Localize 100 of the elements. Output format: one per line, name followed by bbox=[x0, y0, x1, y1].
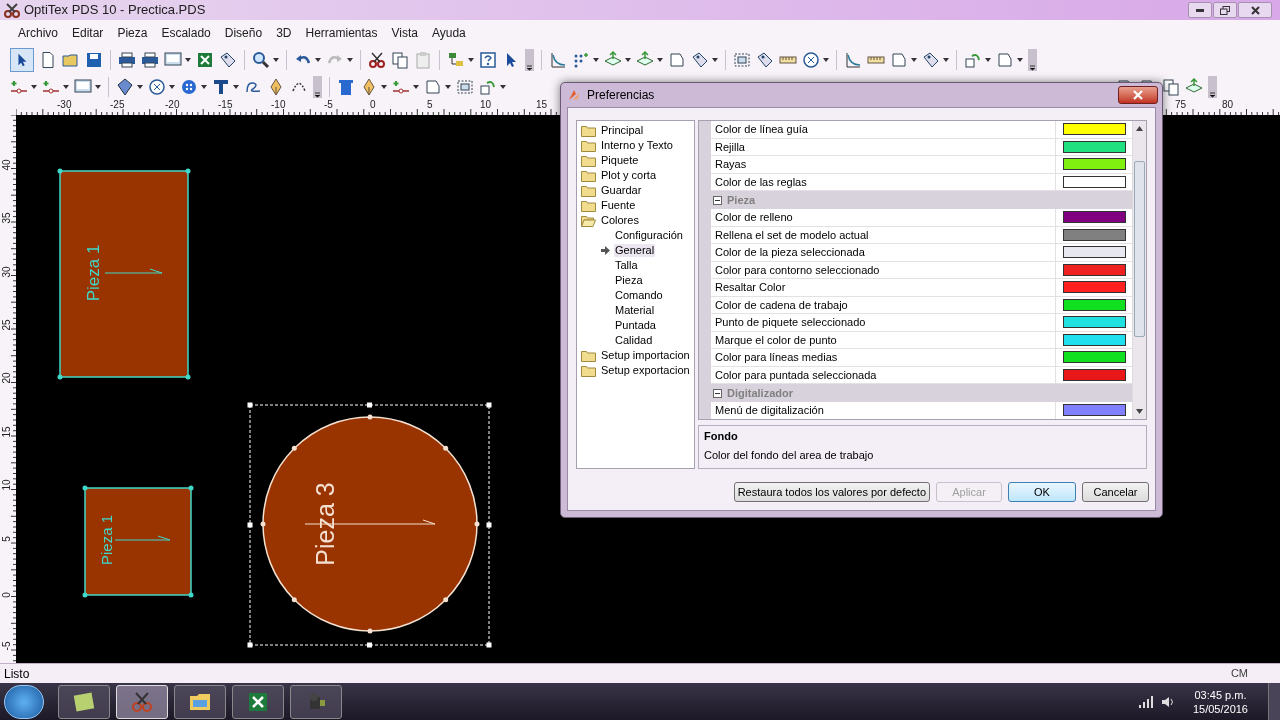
pattern-piece-icon[interactable] bbox=[668, 50, 686, 69]
caret-icon[interactable] bbox=[169, 84, 175, 89]
taskbar-app-button[interactable] bbox=[174, 685, 226, 719]
caret-icon[interactable] bbox=[381, 84, 387, 89]
text-tool-icon[interactable] bbox=[212, 77, 230, 96]
caret-icon[interactable] bbox=[445, 84, 451, 89]
copy-icon[interactable] bbox=[391, 50, 409, 69]
color-swatch[interactable] bbox=[1063, 333, 1126, 346]
property-label[interactable]: Menú de digitalización bbox=[711, 402, 1055, 419]
property-label[interactable]: Rellena el set de modelo actual bbox=[711, 226, 1055, 244]
caret-icon[interactable] bbox=[625, 57, 631, 62]
menu-item[interactable]: Escalado bbox=[161, 24, 211, 42]
color-swatch[interactable] bbox=[1063, 246, 1126, 259]
tree-item[interactable]: Comando bbox=[614, 289, 664, 302]
caret-icon[interactable] bbox=[657, 57, 663, 62]
property-label[interactable]: Color de línea guía bbox=[711, 121, 1055, 139]
property-label[interactable]: Marque el color de punto bbox=[711, 331, 1055, 349]
close-button[interactable] bbox=[1238, 2, 1272, 18]
color-swatch[interactable] bbox=[1063, 211, 1126, 224]
caret-icon[interactable] bbox=[911, 57, 917, 62]
caret-icon[interactable] bbox=[413, 84, 419, 89]
circle-icon[interactable] bbox=[148, 77, 166, 96]
caret-icon[interactable] bbox=[1017, 57, 1023, 62]
tree-item[interactable]: Configuración bbox=[614, 229, 684, 242]
caret-icon[interactable] bbox=[95, 84, 101, 89]
scissors-icon[interactable] bbox=[368, 50, 386, 69]
copy-icon[interactable] bbox=[1162, 77, 1180, 96]
color-swatch[interactable] bbox=[1063, 368, 1126, 381]
caret-icon[interactable] bbox=[500, 84, 506, 89]
color-swatch[interactable] bbox=[1063, 158, 1126, 171]
caret-icon[interactable] bbox=[185, 57, 191, 62]
tag-icon[interactable] bbox=[922, 50, 940, 69]
menu-item[interactable]: Diseño bbox=[224, 24, 263, 42]
menu-item[interactable]: Pieza bbox=[117, 24, 148, 42]
tree-item[interactable]: Talla bbox=[614, 259, 639, 272]
curve-icon[interactable] bbox=[844, 50, 862, 69]
color-swatch[interactable] bbox=[1063, 123, 1126, 136]
printer-icon[interactable] bbox=[118, 50, 136, 69]
property-label[interactable]: Color de cadena de trabajo bbox=[711, 296, 1055, 314]
diamond-icon[interactable] bbox=[116, 77, 134, 96]
property-label[interactable]: Rejilla bbox=[711, 138, 1055, 156]
tree-item[interactable]: Calidad bbox=[614, 334, 654, 347]
toolbar-overflow-icon[interactable] bbox=[525, 48, 534, 71]
pattern-piece[interactable] bbox=[260, 414, 480, 634]
property-label[interactable]: Color de relleno bbox=[711, 209, 1055, 227]
tree-item[interactable]: Plot y corta bbox=[600, 169, 658, 182]
zoom-icon[interactable] bbox=[252, 50, 270, 69]
frame-icon[interactable] bbox=[733, 50, 751, 69]
dialog-button[interactable]: Restaura todos los valores por defecto bbox=[733, 482, 930, 502]
collapse-icon[interactable] bbox=[713, 388, 722, 398]
scrollbar[interactable] bbox=[1132, 121, 1146, 419]
tree-item[interactable]: Colores bbox=[600, 214, 640, 227]
caret-icon[interactable] bbox=[468, 57, 474, 62]
pointer-tool-button[interactable] bbox=[10, 47, 34, 72]
restore-button[interactable] bbox=[1213, 2, 1237, 18]
hierarchy-icon[interactable] bbox=[447, 50, 465, 69]
start-button[interactable] bbox=[4, 685, 44, 719]
menu-item[interactable]: Ayuda bbox=[432, 24, 466, 42]
scroll-thumb[interactable] bbox=[1134, 161, 1145, 337]
tree-item[interactable]: Puntada bbox=[614, 319, 657, 332]
tree-item[interactable]: Pieza bbox=[614, 274, 644, 287]
circle-icon[interactable] bbox=[802, 50, 820, 69]
tree-item[interactable]: Fuente bbox=[600, 199, 637, 212]
frame-icon[interactable] bbox=[456, 77, 474, 96]
tree-item[interactable]: Guardar bbox=[600, 184, 643, 197]
caret-icon[interactable] bbox=[137, 84, 143, 89]
color-swatch[interactable] bbox=[1063, 404, 1126, 417]
caret-icon[interactable] bbox=[985, 57, 991, 62]
toolbar-overflow-icon[interactable] bbox=[1028, 48, 1037, 71]
page-icon[interactable] bbox=[39, 50, 57, 69]
tag-icon[interactable] bbox=[756, 50, 774, 69]
color-swatch[interactable] bbox=[1063, 228, 1126, 241]
property-label[interactable]: Punto de piquete seleccionado bbox=[711, 314, 1055, 332]
tree-item[interactable]: Interno y Texto bbox=[600, 139, 674, 152]
tree-item[interactable]: Principal bbox=[600, 124, 645, 137]
toolbar-overflow-icon[interactable] bbox=[1208, 75, 1217, 98]
pattern-piece[interactable] bbox=[82, 485, 194, 598]
selection-box[interactable] bbox=[247, 402, 492, 648]
menu-item[interactable]: Archivo bbox=[18, 24, 58, 42]
menu-item[interactable]: 3D bbox=[276, 24, 292, 42]
spreadsheet-icon[interactable] bbox=[196, 50, 214, 69]
taskbar-app-button[interactable] bbox=[232, 685, 284, 719]
menu-item[interactable]: Herramientas bbox=[305, 24, 378, 42]
tree-item[interactable]: General bbox=[614, 244, 656, 257]
help-icon[interactable] bbox=[479, 50, 497, 69]
property-label[interactable]: Color para líneas medias bbox=[711, 349, 1055, 367]
caret-icon[interactable] bbox=[315, 57, 321, 62]
caret-icon[interactable] bbox=[593, 57, 599, 62]
caret-icon[interactable] bbox=[712, 57, 718, 62]
tree-item[interactable]: Material bbox=[614, 304, 656, 317]
color-swatch[interactable] bbox=[1063, 298, 1126, 311]
tree-item[interactable]: Setup importacion bbox=[600, 349, 691, 362]
minimize-button[interactable] bbox=[1188, 2, 1212, 18]
clipboard-icon[interactable] bbox=[414, 50, 432, 69]
color-swatch[interactable] bbox=[1063, 281, 1126, 294]
color-swatch[interactable] bbox=[1063, 140, 1126, 153]
sewing-button-icon[interactable] bbox=[180, 77, 198, 96]
toolbar-overflow-icon[interactable] bbox=[313, 75, 322, 98]
save-icon[interactable] bbox=[85, 50, 103, 69]
caret-icon[interactable] bbox=[943, 57, 949, 62]
